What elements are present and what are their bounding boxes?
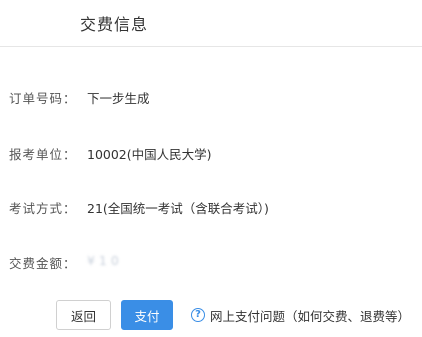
order-number-value: 下一步生成 — [87, 91, 150, 106]
exam-method-label: 考试方式： — [9, 201, 77, 216]
pay-button[interactable]: 支付 — [121, 300, 173, 330]
exam-method-row: 考试方式： 21(全国统一考试（含联合考试）) — [0, 196, 422, 216]
payment-help-label: 网上支付问题（如何交费、退费等） — [210, 308, 411, 324]
fee-amount-row: 交费金额： ¥ 1 0 — [0, 251, 422, 271]
payment-help-link[interactable]: ? 网上支付问题（如何交费、退费等） — [191, 306, 410, 324]
order-number-row: 订单号码： 下一步生成 — [0, 86, 422, 106]
exam-unit-label: 报考单位： — [9, 147, 77, 162]
order-number-label: 订单号码： — [9, 91, 77, 106]
back-button[interactable]: 返回 — [56, 300, 111, 330]
page-title: 交费信息 — [80, 15, 149, 34]
question-circle-icon: ? — [191, 308, 205, 322]
fee-amount-value: ¥ 1 0 — [87, 253, 119, 268]
fee-amount-label: 交费金额： — [9, 256, 77, 271]
exam-method-value: 21(全国统一考试（含联合考试）) — [87, 201, 269, 216]
exam-unit-value: 10002(中国人民大学) — [87, 147, 212, 162]
exam-unit-row: 报考单位： 10002(中国人民大学) — [0, 142, 422, 162]
page-header: 交费信息 — [0, 0, 422, 47]
